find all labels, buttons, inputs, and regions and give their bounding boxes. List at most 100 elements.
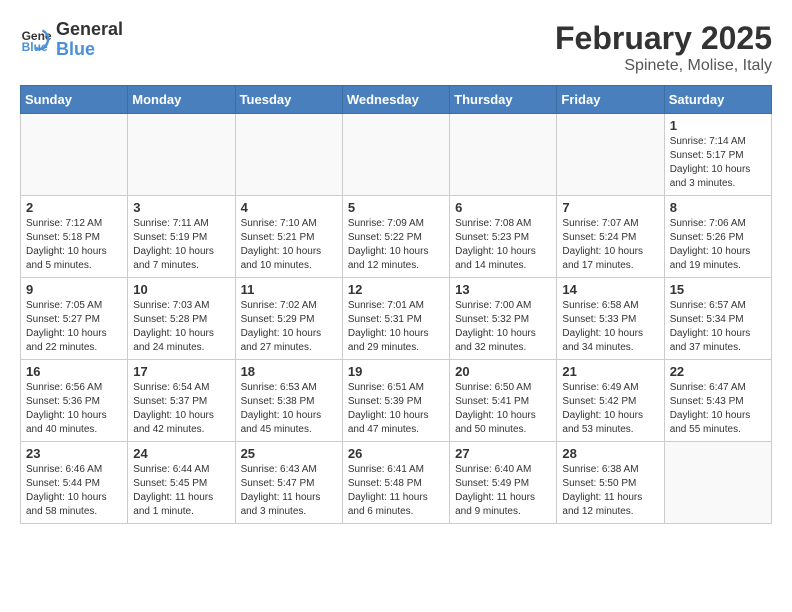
calendar-cell: 8Sunrise: 7:06 AM Sunset: 5:26 PM Daylig…	[664, 196, 771, 278]
day-number: 14	[562, 282, 658, 297]
logo: General Blue General Blue	[20, 20, 123, 60]
day-info: Sunrise: 6:58 AM Sunset: 5:33 PM Dayligh…	[562, 299, 658, 355]
day-number: 9	[26, 282, 122, 297]
calendar-cell: 15 Sunrise: 6:57 AM Sunset: 5:34 PM Dayli…	[664, 278, 771, 360]
day-info: Sunrise: 6:46 AM Sunset: 5:44 PM Dayligh…	[26, 463, 122, 519]
day-number: 3	[133, 200, 229, 215]
calendar-cell: 18 Sunrise: 6:53 AM Sunset: 5:38 PM Dayli…	[235, 360, 342, 442]
calendar-cell	[21, 114, 128, 196]
day-number: 4	[241, 200, 337, 215]
calendar-cell: 1 Sunrise: 7:14 AM Sunset: 5:17 PM Daylig…	[664, 114, 771, 196]
calendar-cell: 13 Sunrise: 7:00 AM Sunset: 5:32 PM Dayli…	[450, 278, 557, 360]
day-info: Sunrise: 6:41 AM Sunset: 5:48 PM Dayligh…	[348, 463, 444, 519]
day-number: 10	[133, 282, 229, 297]
calendar-cell: 7 Sunrise: 7:07 AM Sunset: 5:24 PM Daylig…	[557, 196, 664, 278]
day-info: Sunrise: 7:05 AM Sunset: 5:27 PM Dayligh…	[26, 299, 122, 355]
day-info: Sunrise: 7:07 AM Sunset: 5:24 PM Dayligh…	[562, 217, 658, 273]
day-info: Sunrise: 6:51 AM Sunset: 5:39 PM Dayligh…	[348, 381, 444, 437]
week-row-4: 16 Sunrise: 6:56 AM Sunset: 5:36 PM Dayli…	[21, 360, 772, 442]
day-info: Sunrise: 7:06 AM Sunset: 5:26 PM Dayligh…	[670, 217, 766, 273]
day-number: 27	[455, 446, 551, 461]
day-info: Sunrise: 7:08 AM Sunset: 5:23 PM Dayligh…	[455, 217, 551, 273]
day-info: Sunrise: 6:47 AM Sunset: 5:43 PM Dayligh…	[670, 381, 766, 437]
subtitle: Spinete, Molise, Italy	[555, 57, 772, 75]
day-number: 17	[133, 364, 229, 379]
col-header-wednesday: Wednesday	[342, 86, 449, 114]
week-row-1: 1 Sunrise: 7:14 AM Sunset: 5:17 PM Daylig…	[21, 114, 772, 196]
day-number: 24	[133, 446, 229, 461]
calendar-cell	[557, 114, 664, 196]
day-info: Sunrise: 6:56 AM Sunset: 5:36 PM Dayligh…	[26, 381, 122, 437]
calendar-cell: 24 Sunrise: 6:44 AM Sunset: 5:45 PM Dayli…	[128, 442, 235, 524]
day-info: Sunrise: 6:54 AM Sunset: 5:37 PM Dayligh…	[133, 381, 229, 437]
day-number: 23	[26, 446, 122, 461]
day-number: 21	[562, 364, 658, 379]
day-info: Sunrise: 7:14 AM Sunset: 5:17 PM Dayligh…	[670, 135, 766, 191]
day-info: Sunrise: 6:53 AM Sunset: 5:38 PM Dayligh…	[241, 381, 337, 437]
col-header-sunday: Sunday	[21, 86, 128, 114]
calendar-cell	[450, 114, 557, 196]
calendar-cell: 21Sunrise: 6:49 AM Sunset: 5:42 PM Dayli…	[557, 360, 664, 442]
day-info: Sunrise: 7:09 AM Sunset: 5:22 PM Dayligh…	[348, 217, 444, 273]
day-info: Sunrise: 6:57 AM Sunset: 5:34 PM Dayligh…	[670, 299, 766, 355]
calendar-cell	[664, 442, 771, 524]
calendar-cell: 27 Sunrise: 6:40 AM Sunset: 5:49 PM Dayli…	[450, 442, 557, 524]
calendar-cell: 11Sunrise: 7:02 AM Sunset: 5:29 PM Dayli…	[235, 278, 342, 360]
calendar-cell: 5 Sunrise: 7:09 AM Sunset: 5:22 PM Daylig…	[342, 196, 449, 278]
day-number: 1	[670, 118, 766, 133]
day-info: Sunrise: 6:50 AM Sunset: 5:41 PM Dayligh…	[455, 381, 551, 437]
page-header: General Blue General Blue February 2025 …	[20, 20, 772, 75]
day-number: 13	[455, 282, 551, 297]
day-number: 5	[348, 200, 444, 215]
calendar-cell: 17 Sunrise: 6:54 AM Sunset: 5:37 PM Dayli…	[128, 360, 235, 442]
col-header-thursday: Thursday	[450, 86, 557, 114]
calendar-header-row: SundayMondayTuesdayWednesdayThursdayFrid…	[21, 86, 772, 114]
day-number: 16	[26, 364, 122, 379]
day-info: Sunrise: 6:40 AM Sunset: 5:49 PM Dayligh…	[455, 463, 551, 519]
calendar-cell: 10 Sunrise: 7:03 AM Sunset: 5:28 PM Dayli…	[128, 278, 235, 360]
calendar-cell	[235, 114, 342, 196]
day-number: 28	[562, 446, 658, 461]
day-number: 7	[562, 200, 658, 215]
day-info: Sunrise: 7:01 AM Sunset: 5:31 PM Dayligh…	[348, 299, 444, 355]
calendar-cell: 16 Sunrise: 6:56 AM Sunset: 5:36 PM Dayli…	[21, 360, 128, 442]
day-number: 18	[241, 364, 337, 379]
calendar-cell: 25 Sunrise: 6:43 AM Sunset: 5:47 PM Dayli…	[235, 442, 342, 524]
day-number: 19	[348, 364, 444, 379]
day-info: Sunrise: 7:03 AM Sunset: 5:28 PM Dayligh…	[133, 299, 229, 355]
day-number: 6	[455, 200, 551, 215]
calendar-cell: 9 Sunrise: 7:05 AM Sunset: 5:27 PM Daylig…	[21, 278, 128, 360]
day-number: 15	[670, 282, 766, 297]
day-number: 25	[241, 446, 337, 461]
day-info: Sunrise: 7:11 AM Sunset: 5:19 PM Dayligh…	[133, 217, 229, 273]
day-info: Sunrise: 7:00 AM Sunset: 5:32 PM Dayligh…	[455, 299, 551, 355]
col-header-tuesday: Tuesday	[235, 86, 342, 114]
day-info: Sunrise: 6:44 AM Sunset: 5:45 PM Dayligh…	[133, 463, 229, 519]
day-info: Sunrise: 7:12 AM Sunset: 5:18 PM Dayligh…	[26, 217, 122, 273]
col-header-friday: Friday	[557, 86, 664, 114]
calendar-cell: 6 Sunrise: 7:08 AM Sunset: 5:23 PM Daylig…	[450, 196, 557, 278]
day-number: 12	[348, 282, 444, 297]
calendar-cell: 12 Sunrise: 7:01 AM Sunset: 5:31 PM Dayli…	[342, 278, 449, 360]
week-row-5: 23 Sunrise: 6:46 AM Sunset: 5:44 PM Dayli…	[21, 442, 772, 524]
calendar-cell: 2 Sunrise: 7:12 AM Sunset: 5:18 PM Daylig…	[21, 196, 128, 278]
week-row-3: 9 Sunrise: 7:05 AM Sunset: 5:27 PM Daylig…	[21, 278, 772, 360]
title-block: February 2025 Spinete, Molise, Italy	[555, 20, 772, 75]
col-header-monday: Monday	[128, 86, 235, 114]
calendar-cell: 26 Sunrise: 6:41 AM Sunset: 5:48 PM Dayli…	[342, 442, 449, 524]
day-number: 2	[26, 200, 122, 215]
day-info: Sunrise: 7:10 AM Sunset: 5:21 PM Dayligh…	[241, 217, 337, 273]
day-info: Sunrise: 7:02 AM Sunset: 5:29 PM Dayligh…	[241, 299, 337, 355]
day-info: Sunrise: 6:38 AM Sunset: 5:50 PM Dayligh…	[562, 463, 658, 519]
calendar-cell: 14 Sunrise: 6:58 AM Sunset: 5:33 PM Dayli…	[557, 278, 664, 360]
calendar-table: SundayMondayTuesdayWednesdayThursdayFrid…	[20, 85, 772, 524]
calendar-cell: 22 Sunrise: 6:47 AM Sunset: 5:43 PM Dayli…	[664, 360, 771, 442]
day-info: Sunrise: 6:43 AM Sunset: 5:47 PM Dayligh…	[241, 463, 337, 519]
calendar-cell	[342, 114, 449, 196]
day-number: 26	[348, 446, 444, 461]
svg-text:Blue: Blue	[22, 40, 48, 54]
main-title: February 2025	[555, 20, 772, 57]
calendar-cell: 19 Sunrise: 6:51 AM Sunset: 5:39 PM Dayli…	[342, 360, 449, 442]
day-number: 22	[670, 364, 766, 379]
calendar-cell: 3 Sunrise: 7:11 AM Sunset: 5:19 PM Daylig…	[128, 196, 235, 278]
